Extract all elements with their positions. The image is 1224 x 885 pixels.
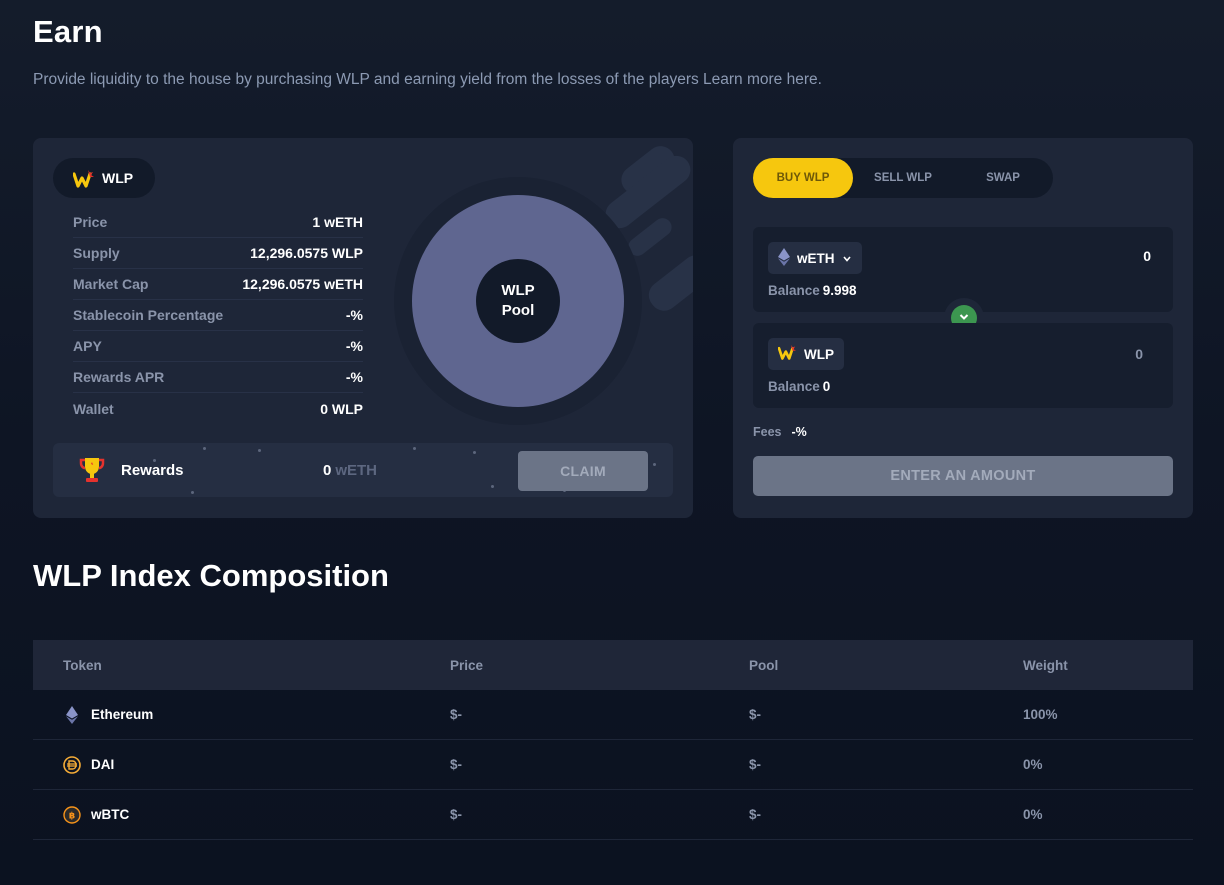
token-price: $- bbox=[450, 807, 463, 822]
receive-amount: 0 bbox=[1135, 346, 1143, 362]
decorative-stripe bbox=[643, 249, 693, 317]
column-header-price: Price bbox=[450, 657, 484, 673]
composition-table: Token Price Pool Weight Ethereum $- $- 1… bbox=[33, 640, 1193, 840]
table-header: Token Price Pool Weight bbox=[33, 640, 1193, 690]
receive-balance-value: 0 bbox=[822, 379, 831, 394]
dai-icon bbox=[63, 755, 81, 774]
stat-value: -% bbox=[345, 307, 363, 323]
trophy-icon bbox=[79, 456, 105, 489]
pool-card: WLP Price 1 wETH Supply 12,296.0575 WLP Mark… bbox=[33, 138, 693, 518]
table-row: ฿ wBTC $- $- 0% bbox=[33, 790, 1193, 840]
table-row: DAI $- $- 0% bbox=[33, 740, 1193, 790]
stat-row: Supply 12,296.0575 WLP bbox=[73, 238, 363, 269]
wlp-logo-icon bbox=[72, 169, 94, 188]
stat-label: Wallet bbox=[73, 400, 114, 417]
pay-balance-value: 9.998 bbox=[822, 283, 857, 298]
donut-center-label: WLP Pool bbox=[476, 259, 560, 343]
stat-row: Wallet 0 WLP bbox=[73, 393, 363, 424]
stat-value: 12,296.0575 wETH bbox=[242, 276, 363, 292]
ethereum-icon bbox=[778, 247, 790, 269]
receive-balance-label: Balance bbox=[768, 379, 820, 394]
stat-value: 1 wETH bbox=[312, 214, 363, 230]
stat-label: Market Cap bbox=[73, 276, 149, 292]
donut-center-line1: WLP bbox=[501, 282, 535, 299]
pay-token-symbol: wETH bbox=[797, 250, 835, 266]
pay-token-selector[interactable]: wETH bbox=[768, 242, 862, 274]
stat-value: 12,296.0575 WLP bbox=[250, 245, 363, 261]
stat-row: Stablecoin Percentage -% bbox=[73, 300, 363, 331]
wlp-token-chip: WLP bbox=[53, 158, 155, 198]
svg-text:฿: ฿ bbox=[69, 811, 75, 821]
stat-value: -% bbox=[345, 369, 363, 385]
stat-label: Rewards APR bbox=[73, 369, 165, 385]
rewards-amount-unit: wETH bbox=[335, 462, 378, 479]
stat-label: Stablecoin Percentage bbox=[73, 307, 224, 323]
stat-label: APY bbox=[73, 338, 102, 354]
token-weight: 0% bbox=[1023, 757, 1043, 772]
token-price: $- bbox=[450, 757, 463, 772]
chevron-down-icon bbox=[842, 251, 852, 266]
composition-title: WLP Index Composition bbox=[33, 558, 389, 593]
receive-balance: Balance 0 bbox=[768, 379, 830, 394]
page-subtitle: Provide liquidity to the house by purcha… bbox=[33, 71, 822, 88]
tab-sell-wlp[interactable]: SELL WLP bbox=[853, 158, 953, 198]
enter-amount-button[interactable]: ENTER AN AMOUNT bbox=[753, 456, 1173, 496]
token-name: Ethereum bbox=[91, 707, 154, 722]
receive-token-box: WLP Balance 0 0 bbox=[753, 323, 1173, 408]
token-price: $- bbox=[450, 707, 463, 722]
trade-tabs: BUY WLP SELL WLP SWAP bbox=[753, 158, 1053, 198]
column-header-pool: Pool bbox=[749, 657, 779, 673]
tab-swap[interactable]: SWAP bbox=[953, 158, 1053, 198]
pool-donut-chart: WLP Pool bbox=[393, 176, 643, 426]
claim-button[interactable]: CLAIM bbox=[518, 451, 648, 491]
column-header-token: Token bbox=[63, 657, 102, 673]
receive-token-selector: WLP bbox=[768, 338, 844, 370]
pay-balance-label: Balance bbox=[768, 283, 820, 298]
bitcoin-icon: ฿ bbox=[63, 805, 81, 824]
rewards-bar: Rewards 0 wETH CLAIM bbox=[53, 443, 673, 497]
pay-amount-input[interactable] bbox=[1051, 248, 1151, 264]
trade-card: BUY WLP SELL WLP SWAP wETH Balance9.998 bbox=[733, 138, 1193, 518]
donut-center-line2: Pool bbox=[501, 302, 535, 319]
token-pool: $- bbox=[749, 807, 762, 822]
rewards-label: Rewards bbox=[121, 462, 184, 479]
receive-token-symbol: WLP bbox=[804, 346, 834, 362]
fees-value: -% bbox=[791, 425, 807, 439]
stat-value: 0 WLP bbox=[320, 400, 363, 417]
wlp-chip-label: WLP bbox=[102, 170, 134, 186]
stat-label: Supply bbox=[73, 245, 120, 261]
ethereum-icon bbox=[63, 705, 81, 724]
stat-row: Price 1 wETH bbox=[73, 207, 363, 238]
tab-buy-wlp[interactable]: BUY WLP bbox=[753, 158, 853, 198]
page-title: Earn bbox=[33, 14, 103, 49]
wlp-logo-icon bbox=[777, 344, 797, 364]
fees-line: Fees -% bbox=[753, 425, 807, 439]
token-name: wBTC bbox=[91, 807, 130, 822]
token-weight: 0% bbox=[1023, 807, 1043, 822]
column-header-weight: Weight bbox=[1023, 657, 1068, 673]
stat-value: -% bbox=[345, 338, 363, 354]
pay-balance: Balance 9.998 bbox=[768, 283, 857, 298]
token-name: DAI bbox=[91, 757, 115, 772]
stat-row: Rewards APR -% bbox=[73, 362, 363, 393]
rewards-amount-value: 0 bbox=[323, 462, 332, 479]
stat-row: Market Cap 12,296.0575 wETH bbox=[73, 269, 363, 300]
pool-stats: Price 1 wETH Supply 12,296.0575 WLP Market C… bbox=[73, 207, 363, 424]
token-weight: 100% bbox=[1023, 707, 1058, 722]
rewards-amount: 0 wETH bbox=[323, 462, 377, 479]
stat-row: APY -% bbox=[73, 331, 363, 362]
token-pool: $- bbox=[749, 757, 762, 772]
fees-label: Fees bbox=[753, 425, 782, 439]
token-pool: $- bbox=[749, 707, 762, 722]
stat-label: Price bbox=[73, 214, 108, 230]
table-row: Ethereum $- $- 100% bbox=[33, 690, 1193, 740]
